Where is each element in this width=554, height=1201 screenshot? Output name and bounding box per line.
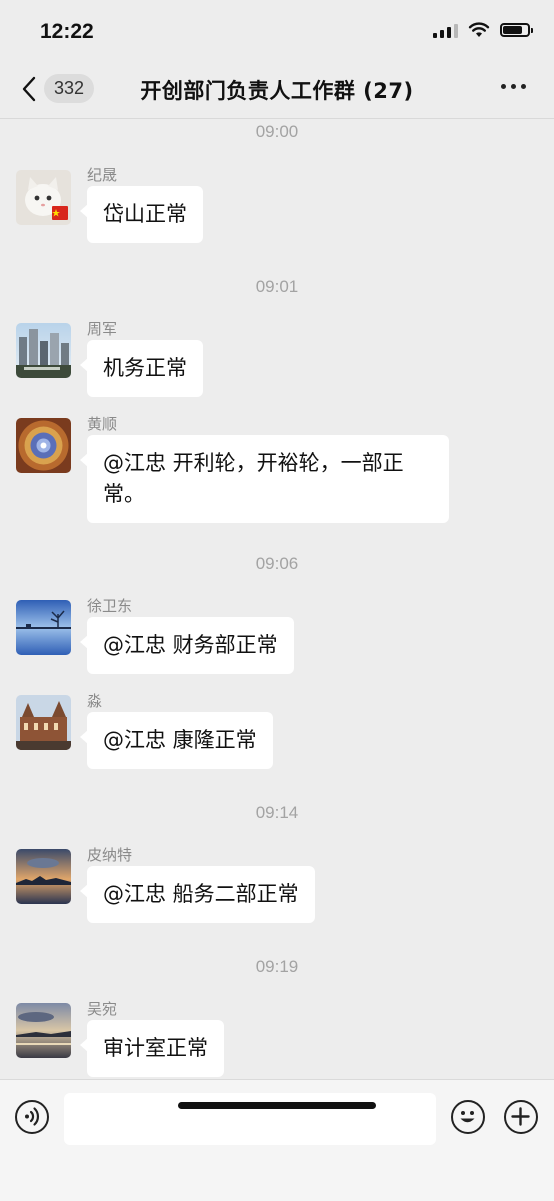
avatar-dome-ceiling[interactable] [16, 418, 71, 473]
input-bar [0, 1079, 554, 1201]
avatar-old-building[interactable] [16, 695, 71, 750]
chat-title: 开创部门负责人工作群 (27) [140, 79, 414, 103]
message-timestamp: 09:01 [255, 277, 299, 296]
message-list[interactable]: 09:00 纪晟 岱山正常 09:01 周军 机务正常 黄顺 @江忠 开利轮，开… [0, 119, 554, 1079]
cellular-signal-icon [433, 22, 458, 38]
smiley-icon [460, 1111, 475, 1123]
sender-name: 吴宛 [87, 1000, 118, 1018]
message-bubble[interactable]: 机务正常 [80, 340, 203, 397]
emoji-button[interactable] [451, 1100, 485, 1134]
wifi-icon [468, 22, 490, 37]
more-dots-icon [501, 84, 506, 89]
message-bubble[interactable]: 岱山正常 [80, 186, 203, 243]
status-bar: 12:22 [0, 0, 554, 60]
avatar-city-skyline[interactable] [16, 323, 71, 378]
sender-name: 淼 [87, 692, 103, 710]
message-text: @江忠 开利轮，开裕轮，一部正常。 [103, 451, 404, 506]
sender-name: 周军 [87, 320, 118, 338]
message-timestamp: 09:00 [255, 122, 299, 141]
message-bubble[interactable]: @江忠 船务二部正常 [80, 866, 315, 923]
status-time: 12:22 [40, 20, 94, 43]
sender-name: 纪晟 [87, 166, 118, 184]
sender-name: 皮纳特 [87, 846, 133, 864]
message-bubble[interactable]: @江忠 开利轮，开裕轮，一部正常。 [80, 435, 449, 523]
message-text: 审计室正常 [103, 1036, 208, 1060]
sender-name: 徐卫东 [87, 597, 133, 615]
sender-name: 黄顺 [87, 415, 118, 433]
message-input[interactable] [64, 1093, 436, 1145]
avatar-white-cat[interactable] [16, 170, 71, 225]
avatar-harbor-sunset[interactable] [16, 849, 71, 904]
message-text: @江忠 财务部正常 [103, 633, 278, 657]
message-text: 机务正常 [103, 356, 187, 380]
status-icons [433, 22, 533, 38]
more-options-button[interactable] [501, 84, 526, 89]
battery-icon [500, 23, 533, 37]
more-actions-button[interactable] [504, 1100, 538, 1134]
message-bubble[interactable]: 审计室正常 [80, 1020, 224, 1077]
voice-wave-icon [25, 1107, 39, 1126]
message-timestamp: 09:19 [255, 957, 299, 976]
voice-input-button[interactable] [15, 1100, 49, 1134]
message-bubble[interactable]: @江忠 财务部正常 [80, 617, 294, 674]
message-timestamp: 09:14 [255, 803, 299, 822]
message-bubble[interactable]: @江忠 康隆正常 [80, 712, 273, 769]
plus-icon [511, 1107, 530, 1126]
avatar-lake-tree[interactable] [16, 600, 71, 655]
message-text: @江忠 船务二部正常 [103, 882, 299, 906]
nav-bar: 332 开创部门负责人工作群 (27) [0, 60, 554, 119]
avatar-seaside-dusk[interactable] [16, 1003, 71, 1058]
home-indicator[interactable] [178, 1102, 376, 1109]
message-text: @江忠 康隆正常 [103, 728, 257, 752]
message-text: 岱山正常 [103, 202, 187, 226]
message-timestamp: 09:06 [255, 554, 299, 573]
